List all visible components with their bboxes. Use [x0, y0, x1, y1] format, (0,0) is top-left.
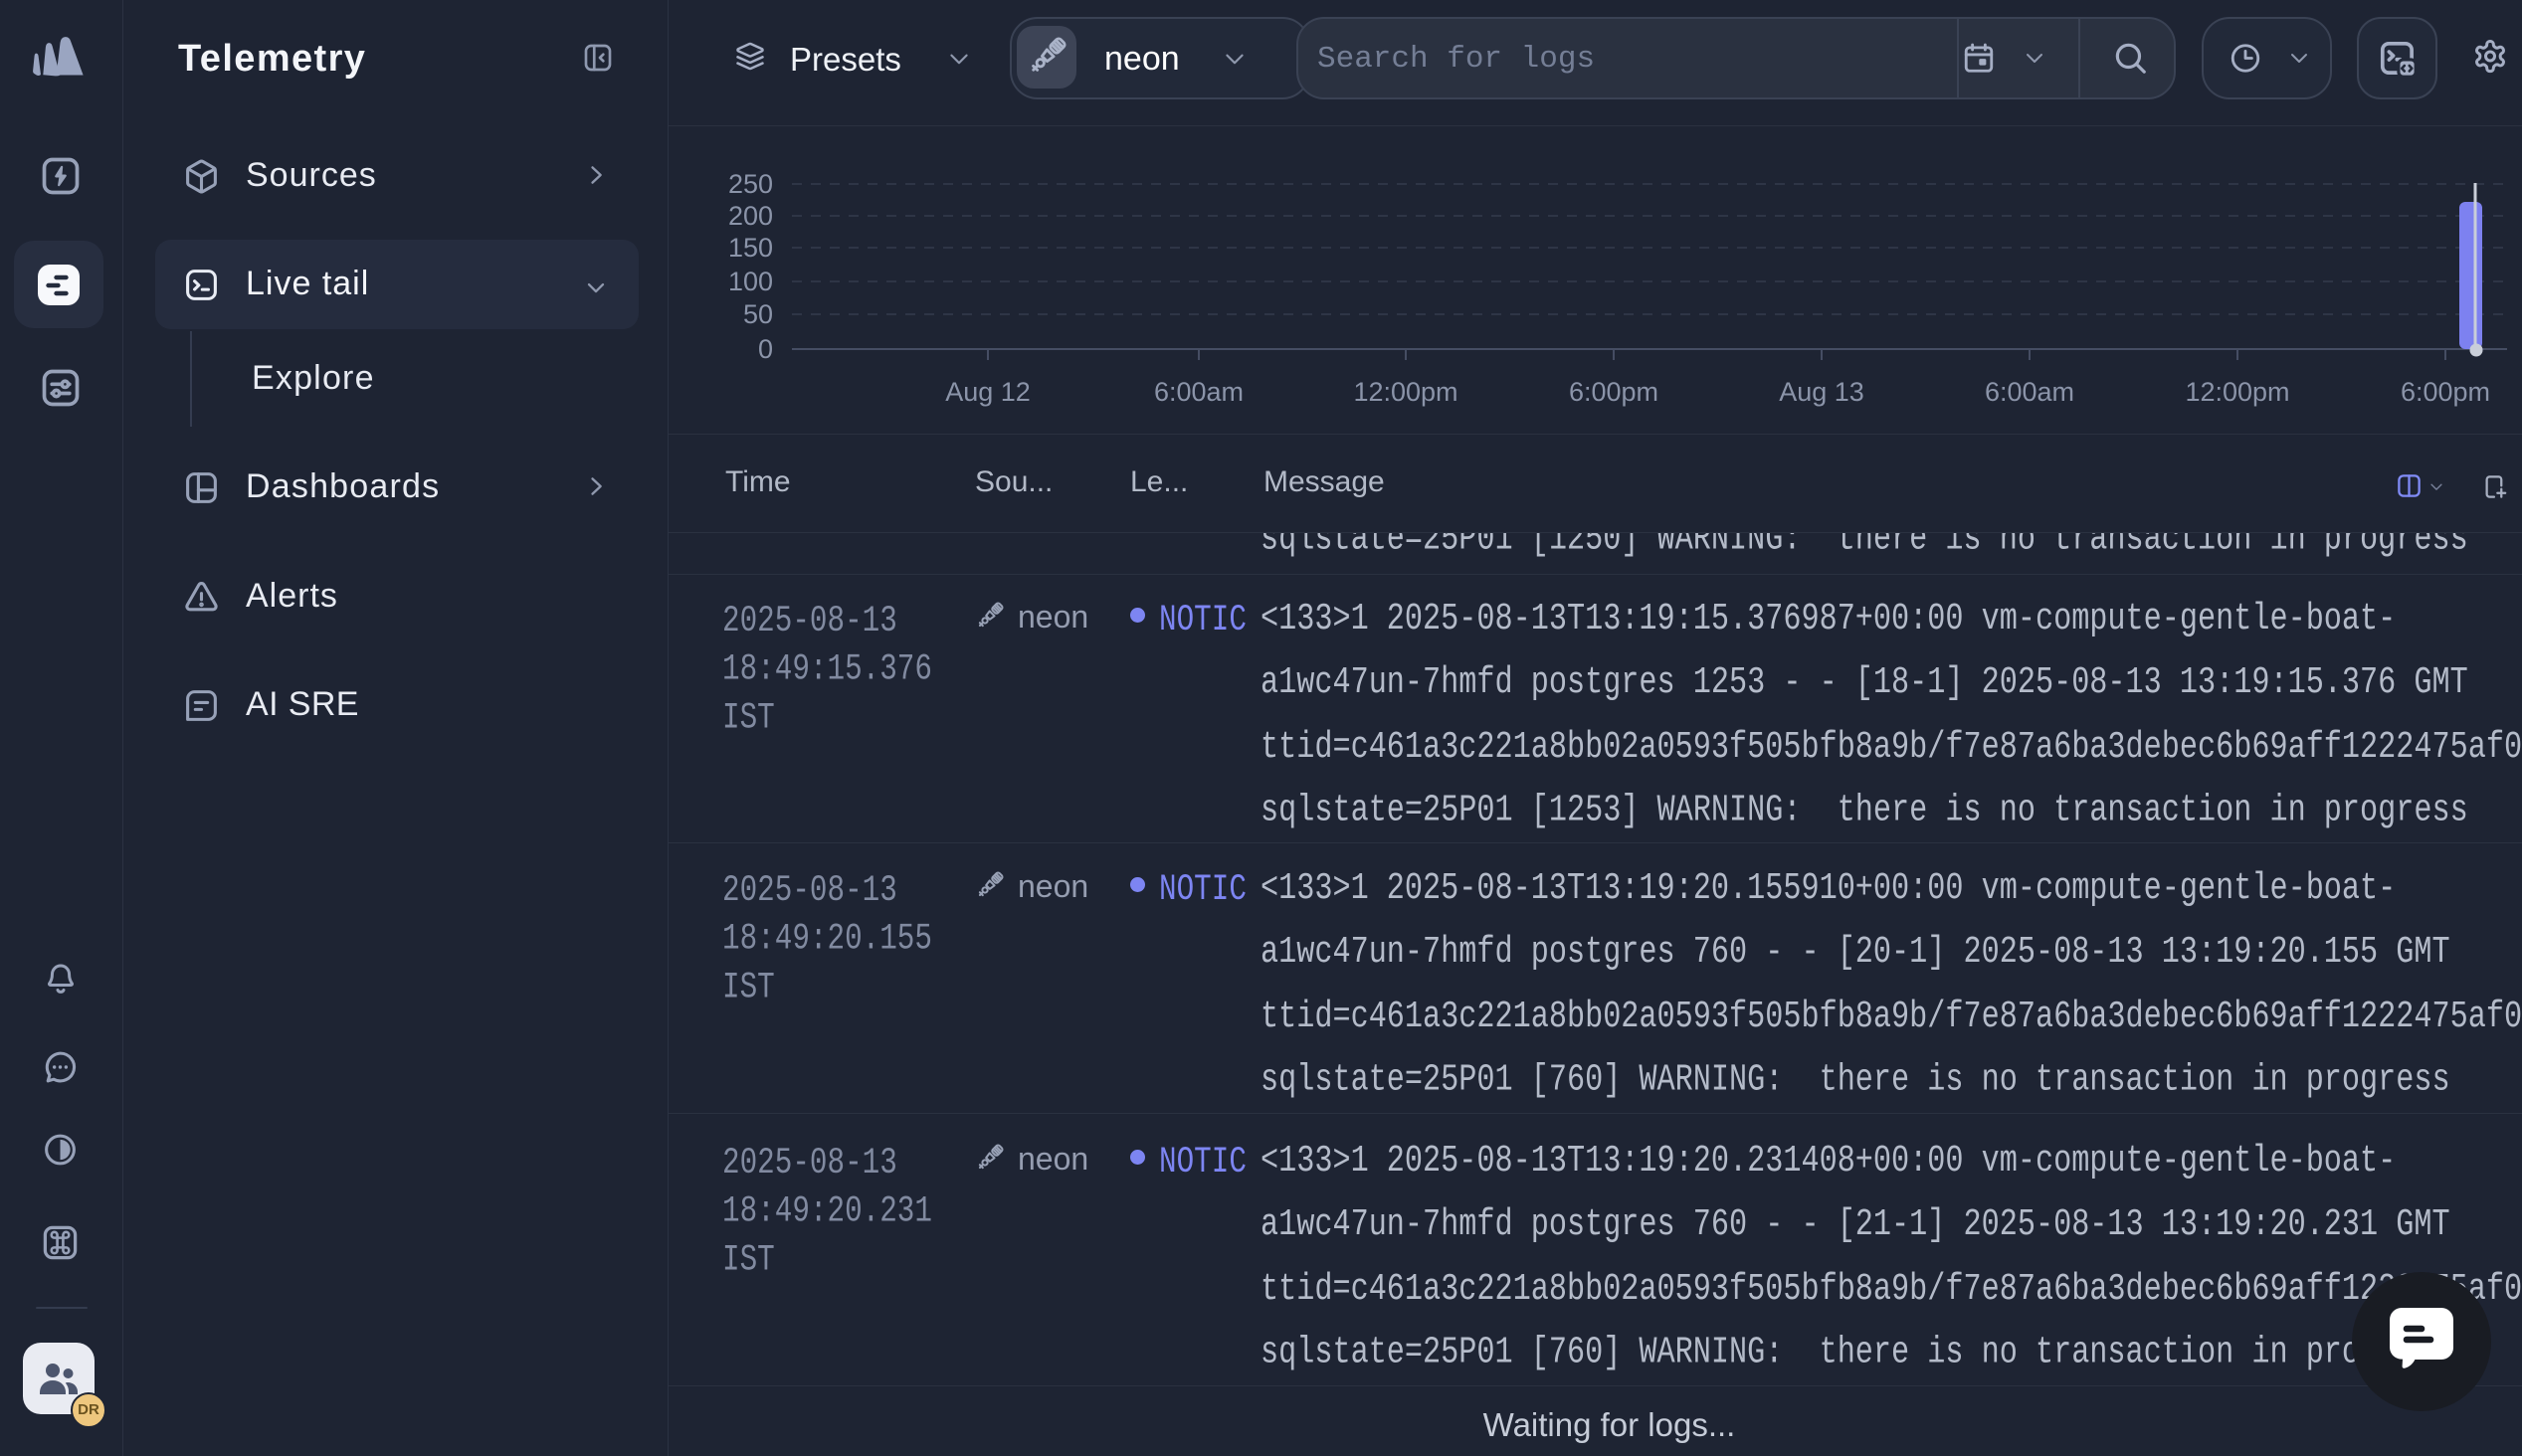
svg-text:Aug 13: Aug 13 [1779, 377, 1864, 407]
svg-text:150: 150 [728, 233, 773, 263]
svg-text:Aug 12: Aug 12 [945, 377, 1031, 407]
svg-text:6:00pm: 6:00pm [2401, 377, 2490, 407]
svg-text:6:00am: 6:00am [1154, 377, 1244, 407]
svg-text:200: 200 [728, 201, 773, 231]
svg-text:6:00pm: 6:00pm [1569, 377, 1658, 407]
svg-text:100: 100 [728, 267, 773, 296]
svg-text:250: 250 [728, 169, 773, 199]
svg-text:12:00pm: 12:00pm [2185, 377, 2289, 407]
svg-text:50: 50 [743, 299, 773, 329]
svg-text:0: 0 [758, 334, 773, 364]
svg-text:12:00pm: 12:00pm [1353, 377, 1457, 407]
svg-text:6:00am: 6:00am [1985, 377, 2074, 407]
